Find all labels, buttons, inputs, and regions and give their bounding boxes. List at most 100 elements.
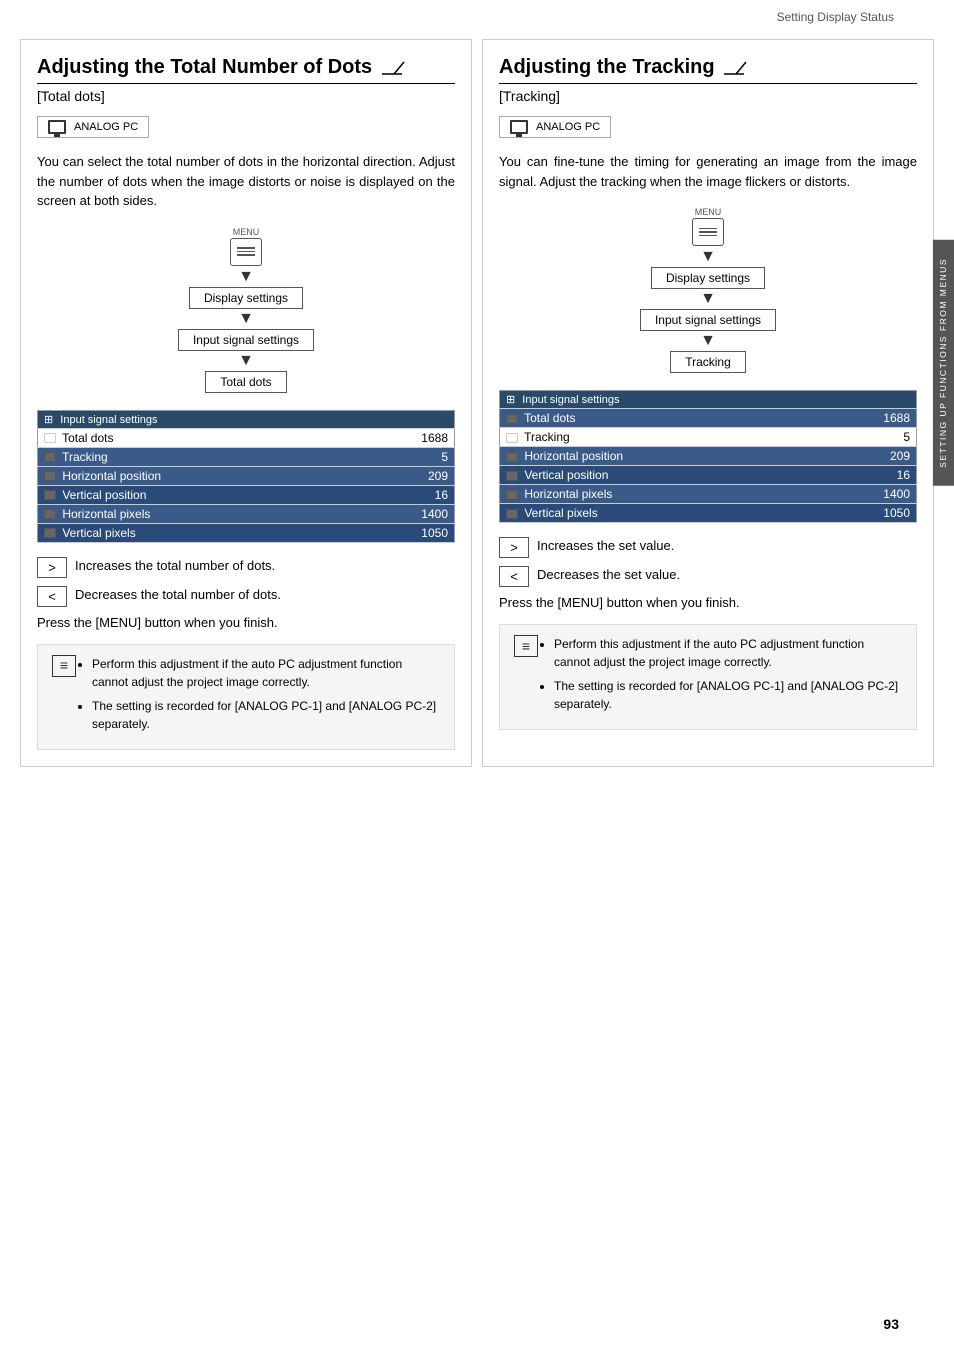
row-val-0: 1688 [358,428,455,447]
right-subtitle-text: [Tracking] [499,88,560,104]
increase-btn[interactable]: > [37,557,67,578]
row-val-2: 209 [358,466,455,485]
row-val-r5: 1050 [820,504,917,523]
left-menu-icon-wrap: MENU [230,227,262,266]
header-text: Setting Display Status [777,10,894,24]
table-row: Vertical position 16 [38,485,455,504]
right-table-icon: ⊞ [506,394,515,406]
flow-box-input: Input signal settings [178,329,314,351]
arrow-2: ▼ [238,311,254,327]
right-increase-symbol: > [510,540,518,555]
flow-total-text: Total dots [220,375,271,389]
left-section: Adjusting the Total Number of Dots [Tota… [20,39,472,767]
flow-box-total: Total dots [205,371,286,393]
row-text-r4: Horizontal pixels [524,487,612,501]
left-analog-badge: ANALOG PC [37,116,149,138]
row-icon-3 [44,490,56,500]
row-label-r2: Horizontal position [500,447,820,466]
table-row: Horizontal pixels 1400 [38,504,455,523]
right-menu-icon [692,218,724,246]
left-table-header-text: Input signal settings [60,414,157,426]
row-icon-white [44,433,56,443]
row-val-r0: 1688 [820,409,917,428]
row-val-text-r4: 1400 [883,487,910,501]
flow-box-display: Display settings [189,287,303,309]
row-val-1: 5 [358,447,455,466]
right-increase-btn[interactable]: > [499,537,529,558]
note-list-right: Perform this adjustment if the auto PC a… [554,635,902,719]
right-increase-desc: Increases the set value. [537,537,674,555]
row-val-r3: 16 [820,466,917,485]
left-table-icon: ⊞ [44,414,53,426]
row-text-1: Tracking [62,450,108,464]
note-text-left-0: Perform this adjustment if the auto PC a… [92,657,402,689]
right-note-box: ≡ Perform this adjustment if the auto PC… [499,624,917,730]
left-subtitle-text: [Total dots] [37,88,105,104]
row-val-text-3: 16 [435,488,448,502]
page-number-text: 93 [883,1316,899,1332]
flow-input-text: Input signal settings [193,333,299,347]
table-row: Horizontal pixels 1400 [500,485,917,504]
right-note-inner: ≡ Perform this adjustment if the auto PC… [514,635,902,719]
left-title-text: Adjusting the Total Number of Dots [37,56,372,78]
left-body: You can select the total number of dots … [37,152,455,211]
row-text-5: Vertical pixels [62,526,135,540]
arrow-3: ▼ [238,353,254,369]
flow-box-r-input: Input signal settings [640,309,776,331]
page-header: Setting Display Status [0,0,954,29]
row-text-r3: Vertical position [524,468,608,482]
row-label: Total dots [38,428,358,447]
row-label: Vertical pixels [38,523,358,542]
row-val-r4: 1400 [820,485,917,504]
right-btn-decrease: < Decreases the set value. [499,566,917,587]
row-label: Vertical position [38,485,358,504]
right-decrease-btn[interactable]: < [499,566,529,587]
note-text-left-1: The setting is recorded for [ANALOG PC-1… [92,699,436,731]
row-text-4: Horizontal pixels [62,507,150,521]
row-text-2: Horizontal position [62,469,161,483]
decrease-btn[interactable]: < [37,586,67,607]
increase-desc: Increases the total number of dots. [75,557,275,575]
note-item-right-0: Perform this adjustment if the auto PC a… [554,635,902,671]
right-title: Adjusting the Tracking [499,56,917,84]
right-menu-icon-wrap: MENU [692,207,724,246]
arrow-r1: ▼ [700,249,716,265]
right-btn-increase: > Increases the set value. [499,537,917,558]
decrease-desc: Decreases the total number of dots. [75,586,281,604]
row-label: Horizontal pixels [38,504,358,523]
decrease-symbol: < [48,589,56,604]
right-subtitle: [Tracking] [499,88,917,104]
row-label-r0: Total dots [500,409,820,428]
icon-line-r2 [699,231,717,233]
row-label-r3: Vertical position [500,466,820,485]
row-val-text-r3: 16 [897,468,910,482]
left-menu-label: MENU [233,227,260,237]
flow-box-r-tracking: Tracking [670,351,746,373]
note-text-right-1: The setting is recorded for [ANALOG PC-1… [554,679,898,711]
row-val-r1: 5 [820,428,917,447]
row-val-text-0: 1688 [421,431,448,445]
row-text-r5: Vertical pixels [524,506,597,520]
right-section: Adjusting the Tracking [Tracking] ANALOG… [482,39,934,767]
left-menu-icon-inner [237,245,255,259]
left-body-text: You can select the total number of dots … [37,154,455,208]
right-decrease-symbol: < [510,569,518,584]
row-icon-r4 [506,490,518,500]
row-val-text-r5: 1050 [883,506,910,520]
note-text-right-0: Perform this adjustment if the auto PC a… [554,637,864,669]
row-icon-r2 [506,452,518,462]
table-row: Horizontal position 209 [38,466,455,485]
row-val-text-r1: 5 [903,430,910,444]
row-icon-r1-white [506,433,518,443]
right-analog-text: ANALOG PC [536,121,600,133]
row-val-text-2: 209 [428,469,448,483]
table-row: Vertical pixels 1050 [38,523,455,542]
row-text-0: Total dots [62,431,113,445]
right-menu-label: MENU [695,207,722,217]
right-table: ⊞ Input signal settings Total dots 1688 … [499,390,917,523]
icon-line-1 [237,247,255,249]
left-btn-decrease: < Decreases the total number of dots. [37,586,455,607]
row-label: Horizontal position [38,466,358,485]
left-table: ⊞ Input signal settings Total dots 1688 … [37,410,455,543]
row-val-text-5: 1050 [421,526,448,540]
